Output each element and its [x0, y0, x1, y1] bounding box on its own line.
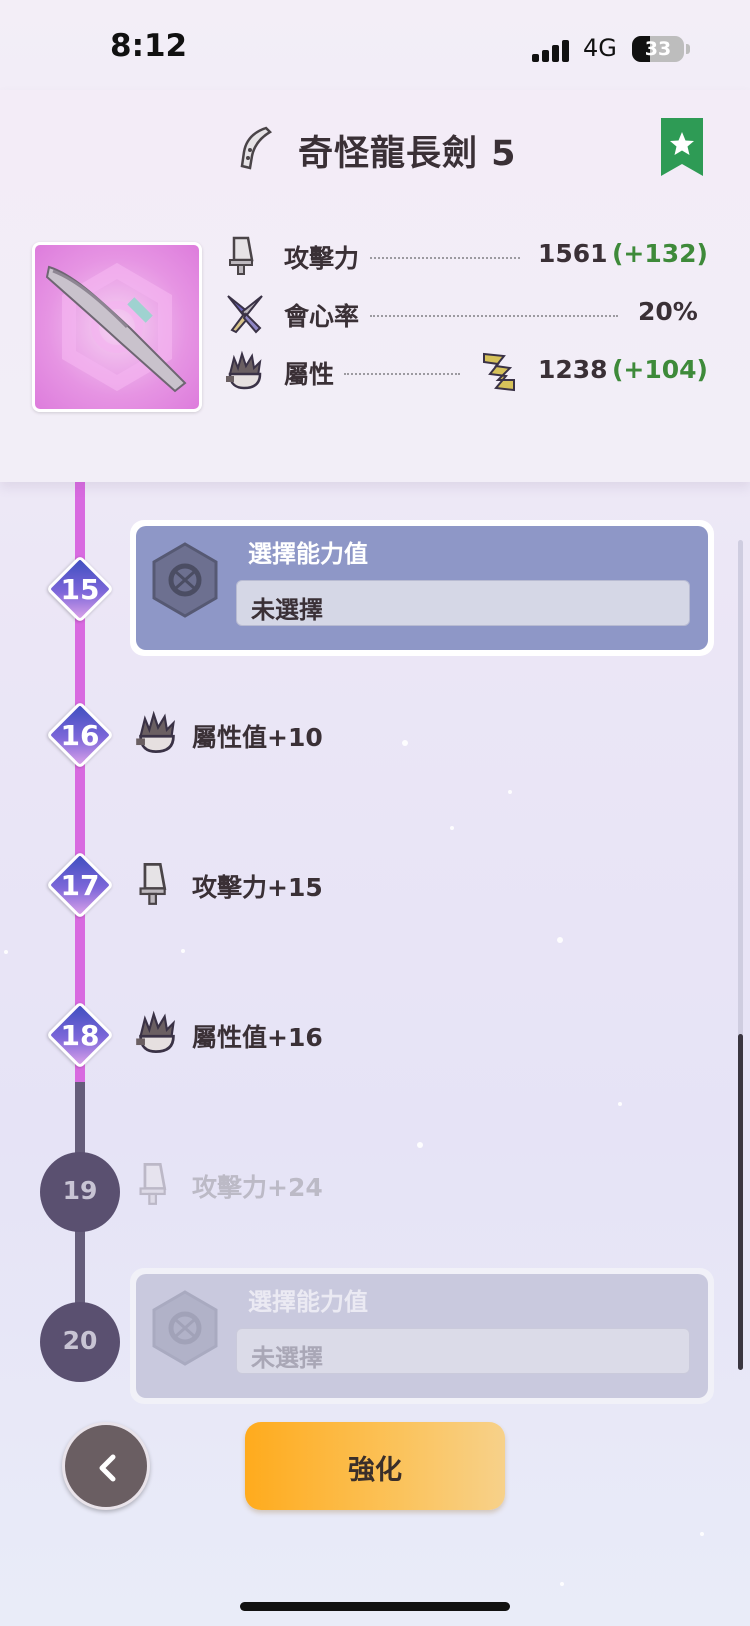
stat-value: 20%: [638, 297, 698, 326]
stat-row-attack: 攻擊力 1561 (+132): [224, 234, 724, 278]
affinity-icon: [227, 295, 263, 334]
status-bar: 8:12 4G 33: [0, 0, 750, 90]
stat-choice-card-locked: 選擇能力值 未選擇: [130, 1268, 714, 1404]
level-node-16: 16: [46, 701, 114, 769]
network-type: 4G: [583, 34, 617, 62]
scrollbar-thumb[interactable]: [738, 1034, 743, 1370]
stat-select-field[interactable]: 未選擇: [236, 580, 690, 626]
battery-icon: 33: [632, 36, 684, 62]
attack-blade-icon: [139, 863, 167, 905]
stat-divider: [370, 315, 618, 317]
stat-row-affinity: 會心率 20%: [224, 292, 724, 336]
perk-label: 攻擊力+15: [192, 873, 323, 902]
level-number: 17: [60, 869, 100, 902]
long-sword-type-icon: [240, 126, 273, 170]
element-icon: [136, 1010, 175, 1053]
level-number: 16: [60, 719, 100, 752]
enhance-button-label: 強化: [348, 1455, 402, 1486]
stat-select-value: 未選擇: [251, 1344, 323, 1372]
level-node-17: 17: [46, 851, 114, 919]
perk-row-19: 攻擊力+24: [134, 1160, 534, 1210]
ability-hex-icon: [152, 542, 218, 618]
cellular-signal-icon: [532, 40, 572, 62]
weapon-emblem-icon: [45, 262, 187, 393]
stat-label: 會心率: [284, 302, 360, 331]
attack-blade-icon: [229, 236, 254, 275]
perk-row-16: 屬性值+10: [134, 710, 534, 760]
stat-value: 1238: [538, 355, 608, 384]
home-indicator[interactable]: [240, 1602, 510, 1611]
choice-title: 選擇能力值: [248, 540, 368, 568]
battery-tip: [686, 44, 690, 54]
favorite-bookmark-icon[interactable]: [661, 118, 703, 176]
level-node-15: 15: [46, 555, 114, 623]
stat-divider: [344, 373, 460, 375]
level-number: 19: [62, 1176, 98, 1205]
weapon-title: 奇怪龍長劍 5: [298, 134, 517, 174]
thunder-icon: [483, 352, 515, 392]
weapon-header: 奇怪龍長劍 5 攻擊力 1561 (+132) 會心率 20% 屬性 1238 …: [0, 90, 750, 482]
stat-divider: [370, 257, 520, 259]
chevron-left-icon: [99, 1454, 116, 1482]
choice-title: 選擇能力值: [248, 1288, 368, 1316]
perk-label: 屬性值+10: [192, 723, 323, 752]
battery-level: 33: [644, 38, 672, 60]
perk-row-18: 屬性值+16: [134, 1010, 534, 1060]
scrollbar[interactable]: [738, 540, 743, 1370]
element-icon: [136, 710, 175, 753]
ability-hex-icon: [152, 1290, 218, 1366]
perk-label: 攻擊力+24: [192, 1173, 323, 1202]
stat-label: 屬性: [284, 360, 335, 389]
stat-label: 攻擊力: [284, 244, 360, 273]
level-number: 18: [60, 1019, 100, 1052]
level-number: 20: [62, 1326, 98, 1355]
enhance-button[interactable]: 強化: [245, 1422, 505, 1510]
stat-bonus: (+132): [612, 239, 708, 268]
title-row: 奇怪龍長劍 5: [0, 120, 750, 180]
level-node-20: 20: [40, 1302, 120, 1382]
perk-row-17: 攻擊力+15: [134, 860, 534, 910]
attack-blade-icon: [139, 1163, 167, 1205]
back-button[interactable]: [62, 1422, 150, 1510]
perk-label: 屬性值+16: [192, 1023, 323, 1052]
stat-select-value: 未選擇: [251, 596, 323, 624]
stat-value: 1561: [538, 239, 608, 268]
level-node-18: 18: [46, 1001, 114, 1069]
stat-row-element: 屬性 1238 (+104): [224, 350, 724, 394]
weapon-image: [32, 242, 202, 412]
stat-select-field: 未選擇: [236, 1328, 690, 1374]
level-number: 15: [60, 573, 100, 606]
element-icon: [226, 350, 262, 390]
stat-bonus: (+104): [612, 355, 708, 384]
status-time: 8:12: [110, 28, 188, 64]
stat-choice-card[interactable]: 選擇能力值 未選擇: [130, 520, 714, 656]
level-node-19: 19: [40, 1152, 120, 1232]
